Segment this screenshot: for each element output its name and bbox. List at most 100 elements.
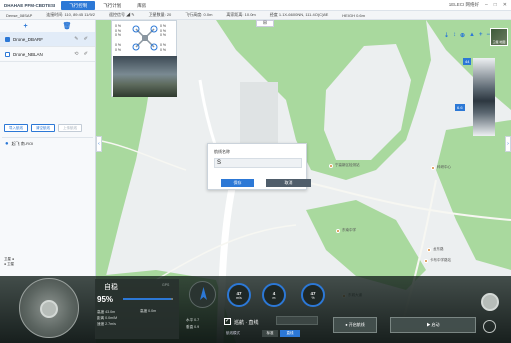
route-mode-standard[interactable]: 标准 [262,330,278,337]
status-height: HEIGH 0.6m [342,12,365,18]
clear-route-button[interactable]: 清空航线 [31,124,55,132]
tab-warehouse[interactable]: 库房 [129,1,154,10]
map-toolbar: ⇣ ↕ ⊕ ▲ + − [444,32,490,39]
minimize-button[interactable]: – [485,2,488,8]
battery-bar [123,298,173,300]
waypoint-field[interactable] [276,316,318,325]
right-collapse-handle[interactable]: › [505,136,511,152]
drone-list-item[interactable]: Drone_DBARF ✎ ✐ [0,32,95,47]
app-brand: DHAHAE PFM-CBDTESI [4,2,56,8]
right-joystick-knob[interactable] [481,293,499,311]
edit-icon[interactable]: ⟲ ✐ [74,51,90,57]
gauge-value-top: 44 [463,58,472,65]
poi-marker[interactable]: 龙东路 [427,247,444,252]
throttle-dial: 47 % [301,283,325,307]
drone-sidebar: + 🗑 Drone_DBARF ✎ ✐ Drone_NBLAN ⟲ ✐ 导入航线… [0,20,96,276]
status-distance: 离家距离: 10.0m [226,12,256,17]
edit-icon[interactable]: ✎ ✐ [74,36,90,42]
status-bar: Dense_08SAP 连接时间: 110, 89:45 11/9/2 遥控信号… [0,11,511,20]
map-layer-switch[interactable]: 卫星 地图 [490,28,508,46]
sidebar-button-row: 导入航线 清空航线 上传航线 [4,124,82,132]
battery-percent: 95% [97,295,114,304]
cruise-label: 巡航 · 直线 [234,320,259,326]
checkbox-icon[interactable] [5,36,10,42]
speed-stats: 水平 0.7 垂直 0.9 [186,317,199,331]
locate-icon[interactable]: ⊕ [460,32,465,39]
poi-label: 龙东路 [433,247,444,251]
sidebar-footer: 卫星 ● ● 卫星 [4,257,14,267]
gauge-value-mid: 6.6 [455,104,465,111]
camera-feed[interactable] [113,56,177,97]
poi-label: 卡布中学路站 [430,258,451,262]
poi-label: 科研中心 [437,165,451,169]
gps-label: GPS [162,283,170,287]
location-pin-icon: ● [5,141,9,147]
title-bar: DHAHAE PFM-CBDTESI 飞行控制 飞行计划 库房 1ELECI 网… [0,0,511,11]
video-stat-bottom-left: 0 % 0 % [115,43,122,52]
poi-marker[interactable]: 东南中学 [336,228,356,233]
start-button[interactable]: ▶ 启动 [390,317,476,333]
cruise-checkbox[interactable]: ✓ [224,318,231,325]
flight-stats: 高度 43.0m 距离 0.0m/M 速度 2.7m/s [97,309,117,327]
download-icon[interactable]: ⇣ [444,32,449,39]
tab-flight-control[interactable]: 飞行控制 [61,0,96,10]
poi-marker[interactable]: 科研中心 [431,165,451,170]
poi-marker[interactable]: 卡布中学路站 [424,258,451,263]
north-icon[interactable]: ▲ [469,32,475,39]
maximize-button[interactable]: □ [494,2,497,8]
cancel-button[interactable]: 取消 [266,179,311,187]
sidebar-toolbar: + 🗑 [0,20,95,32]
zoom-in-icon[interactable]: + [479,32,483,39]
flight-mode-label: 自稳 [104,284,118,291]
drone-list-item[interactable]: Drone_NBLAN ⟲ ✐ [0,47,95,62]
status-altitude: 飞行高度: 0.0m [185,12,213,17]
altitude-dial: 4 m [262,283,286,307]
speed-dial: 47 m/s [227,283,251,307]
poi-pin-icon [427,247,431,252]
status-signal: 遥控信号 ◢ ✎ [109,12,135,17]
vertical-speed: 垂直 0.9 [186,325,200,329]
arrows-vertical-icon[interactable]: ↕ [453,32,456,39]
checkbox-icon[interactable] [5,51,10,57]
import-route-button[interactable]: 导入航线 [4,124,28,132]
tab-flight-plan[interactable]: 飞行计划 [95,1,129,10]
altitude-dial-unit: m [272,296,276,300]
record-icon[interactable] [483,320,496,333]
dialog-title: 航线名称 [214,149,230,154]
drone-icon [132,25,158,51]
upload-route-button[interactable]: 上传航线 [58,124,82,132]
route-name-input[interactable]: S [214,158,302,168]
delete-icon[interactable]: 🗑 [63,22,72,30]
left-collapse-handle[interactable]: ‹ [96,136,102,152]
status-drone: Dense_08SAP [6,12,33,18]
close-button[interactable]: ✕ [503,2,507,8]
video-stat-top-right: 0 % 0 % 0 % [160,24,167,37]
compass-icon [189,281,216,308]
route-name-dialog: 航线名称 S 保存 取消 [207,143,311,190]
battery-bar-fill [123,298,171,300]
poi-pin-icon [424,258,428,263]
route-mode-label: 航线模式 [226,331,240,335]
poi-pin-icon [431,165,435,170]
poi-label: 东南中学 [342,228,356,232]
status-connection: 连接时间: 110, 89:45 11/9/2 [46,12,96,17]
network-status: 1ELECI 网络好 [448,2,479,7]
divider [2,137,93,138]
route-mode-straight[interactable]: 直线 [280,330,300,337]
video-panel[interactable]: 0 % 0 % 0 % 0 % 0 % 0 % 0 % 0 % 0 % 0 % [111,20,177,97]
add-icon[interactable]: + [24,23,28,30]
takeoff-link[interactable]: ● 起飞 南-ROI [5,141,33,147]
poi-marker[interactable]: 宁高新区检测站 [329,163,360,168]
map-top-control[interactable]: ⊞ [256,20,274,27]
footer-line-2: ● 卫星 [4,262,15,266]
flight-stat-speed: 速度 2.7m/s [97,322,116,326]
status-satellites: 卫星数量: 20 [148,12,172,17]
video-stat-top-left: 0 % 0 % 0 % [115,24,122,37]
open-route-button[interactable]: ● 开启航线 [333,317,377,333]
drone-name: Drone_DBARF [13,36,44,42]
poi-label: 宁高新区检测站 [335,163,360,167]
horizontal-speed: 水平 0.7 [186,318,200,322]
left-joystick-knob[interactable] [40,300,58,318]
throttle-dial-unit: % [311,296,315,300]
save-button[interactable]: 保存 [221,179,254,187]
